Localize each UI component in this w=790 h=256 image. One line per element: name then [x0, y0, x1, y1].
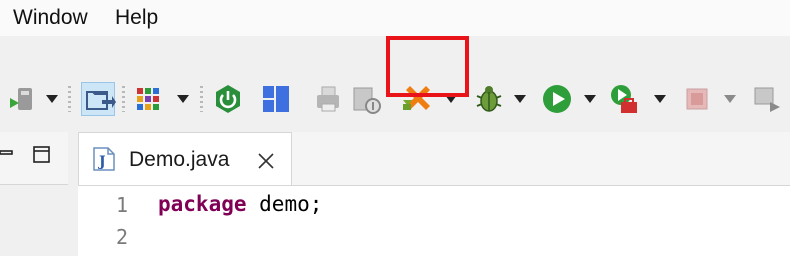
highlight-box: [386, 36, 469, 97]
play-icon: [543, 85, 571, 113]
toolbar-separator: [200, 86, 203, 112]
run-button[interactable]: [540, 82, 574, 116]
open-type-button[interactable]: [81, 82, 116, 116]
printer-icon: [317, 86, 339, 112]
run-external-button[interactable]: [607, 82, 641, 116]
svg-text:J: J: [97, 154, 106, 170]
toolbar-separator: [68, 86, 71, 112]
keyword-package: package: [158, 192, 247, 216]
code-line[interactable]: package demo;: [158, 192, 322, 216]
next-annotation-button[interactable]: [750, 82, 784, 116]
chevron-down-icon[interactable]: [654, 94, 666, 104]
server-button[interactable]: [349, 82, 383, 116]
run-toolbox-icon: [611, 85, 637, 113]
code-editor[interactable]: 1 2 package demo;: [78, 185, 790, 256]
spring-boot-button[interactable]: [211, 82, 245, 116]
java-file-icon: J: [93, 147, 115, 171]
left-panel-tabstrip: [0, 132, 68, 185]
external-tool-icon: [10, 88, 32, 110]
editor-tab-demo-java[interactable]: J Demo.java: [78, 132, 292, 185]
power-icon: [216, 85, 240, 113]
debug-button[interactable]: [472, 82, 506, 116]
menu-window[interactable]: Window: [13, 6, 88, 30]
print-button[interactable]: [311, 82, 345, 116]
line-number: 1: [116, 193, 129, 217]
editor-tab-label: Demo.java: [129, 148, 230, 171]
server-icon: [353, 87, 381, 114]
layout-icon: [263, 86, 289, 112]
arrow-icon: [754, 87, 780, 112]
editor-area: J Demo.java 1 2 package demo;: [78, 132, 790, 256]
close-icon[interactable]: [257, 152, 275, 170]
stop-icon: [686, 88, 708, 110]
chevron-down-icon[interactable]: [514, 94, 526, 104]
bug-icon: [476, 86, 502, 112]
line-number-gutter: 1 2: [78, 186, 150, 256]
left-panel: [0, 132, 68, 255]
line-number: 2: [116, 225, 129, 249]
maximize-icon[interactable]: [33, 146, 51, 164]
grid-icon: [137, 88, 159, 110]
toolbar-separator: [122, 86, 125, 112]
perspective-layout-button[interactable]: [259, 82, 293, 116]
menu-bar: Window Help: [0, 0, 790, 36]
run-last-tool-button[interactable]: [6, 82, 40, 116]
minimize-icon[interactable]: [0, 146, 14, 160]
chevron-down-icon[interactable]: [46, 94, 58, 104]
code-text: demo;: [246, 192, 323, 216]
chevron-down-icon[interactable]: [584, 94, 596, 104]
folder-arrow-icon: [86, 91, 116, 110]
stop-button[interactable]: [680, 82, 714, 116]
chevron-down-icon[interactable]: [177, 94, 189, 104]
menu-help[interactable]: Help: [115, 6, 158, 30]
chevron-down-icon[interactable]: [724, 94, 736, 104]
grid-view-button[interactable]: [131, 82, 165, 116]
